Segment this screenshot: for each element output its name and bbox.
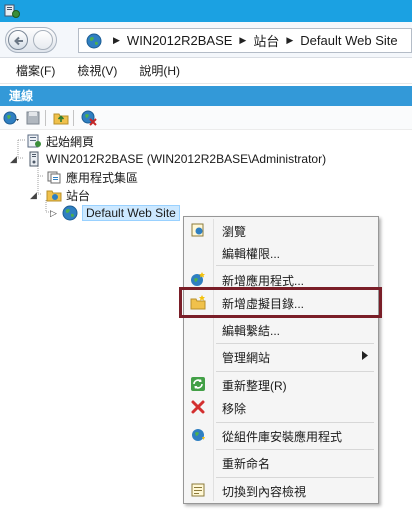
tree-label: WIN2012R2BASE (WIN2012R2BASE\Administrat… <box>46 152 327 166</box>
remove-icon <box>191 400 205 414</box>
address-bar[interactable]: ▶ WIN2012R2BASE ▶ 站台 ▶ Default Web Site <box>78 28 412 53</box>
menu-separator <box>216 449 374 450</box>
refresh-icon <box>191 377 205 391</box>
tree-label: 應用程式集區 <box>66 170 139 185</box>
sites-folder-icon <box>46 190 62 202</box>
tree-label: 起始網頁 <box>46 134 95 149</box>
menu-file[interactable]: 檔案(F) <box>16 62 55 79</box>
menu-item-refresh[interactable]: 重新整理(R) <box>186 373 376 395</box>
breadcrumb-sites[interactable]: 站台 <box>253 31 279 50</box>
start-page-icon <box>27 134 41 148</box>
tree-item-app-pools[interactable]: 應用程式集區 <box>46 168 138 186</box>
back-button[interactable] <box>8 30 28 50</box>
breadcrumb-chevron-icon: ▶ <box>239 35 247 45</box>
menu-separator <box>216 343 374 344</box>
tree-item-default-web-site[interactable]: Default Web Site <box>62 204 180 222</box>
collapse-triangle-icon[interactable]: ◢ <box>30 190 37 201</box>
tree-item-sites[interactable]: 站台 <box>46 186 90 204</box>
save-icon[interactable] <box>24 109 42 127</box>
menu-item-edit-permissions[interactable]: 編輯權限... <box>186 241 376 263</box>
toolbar-divider <box>45 109 46 126</box>
install-from-gallery-icon <box>192 429 205 441</box>
up-folder-icon[interactable] <box>52 109 70 127</box>
breadcrumb-server[interactable]: WIN2012R2BASE <box>127 33 233 48</box>
expand-triangle-icon[interactable]: ▷ <box>50 208 57 219</box>
menu-help[interactable]: 說明(H) <box>139 62 180 79</box>
tree-item-server[interactable]: WIN2012R2BASE (WIN2012R2BASE\Administrat… <box>26 150 326 168</box>
menu-separator <box>216 371 374 372</box>
tree-item-start-page[interactable]: 起始網頁 <box>26 132 94 150</box>
browse-icon <box>191 223 204 237</box>
menu-view[interactable]: 檢視(V) <box>77 62 117 79</box>
globe-icon <box>86 33 102 48</box>
breadcrumb-chevron-icon: ▶ <box>113 35 120 45</box>
menu-item-edit-bindings[interactable]: 編輯繫結... <box>186 318 376 340</box>
forward-button[interactable] <box>33 30 53 50</box>
menu-item-browse[interactable]: 瀏覽 <box>186 219 376 241</box>
globe-icon <box>62 205 78 221</box>
toolbar-divider <box>73 109 74 126</box>
menu-item-remove[interactable]: 移除 <box>186 396 376 418</box>
connect-globe-icon[interactable] <box>3 109 21 127</box>
title-bar <box>0 0 412 22</box>
add-application-icon <box>191 272 205 286</box>
menu-bar: 檔案(F) 檢視(V) 說明(H) <box>0 58 412 84</box>
breadcrumb-site[interactable]: Default Web Site <box>300 33 397 48</box>
back-arrow-icon <box>14 36 23 46</box>
menu-item-rename[interactable]: 重新命名 <box>186 451 376 473</box>
context-menu: 瀏覽 編輯權限... 新增應用程式... 新增虛擬目錄... 編輯繫結... 管… <box>183 216 379 504</box>
submenu-arrow-icon <box>362 351 368 360</box>
back-forward-buttons <box>5 27 57 53</box>
menu-item-install-from-gallery[interactable]: 從組件庫安裝應用程式 <box>186 424 376 446</box>
connections-panel-title: 連線 <box>0 86 412 106</box>
connections-toolbar <box>0 106 412 130</box>
navigation-bar: ▶ WIN2012R2BASE ▶ 站台 ▶ Default Web Site <box>0 22 412 58</box>
server-icon <box>29 151 39 167</box>
application-pools-icon <box>47 171 61 184</box>
iis-manager-icon <box>4 4 20 18</box>
menu-item-manage-website[interactable]: 管理網站 <box>186 345 376 367</box>
menu-separator <box>216 422 374 423</box>
tree-label: 站台 <box>66 188 91 203</box>
breadcrumb-chevron-icon: ▶ <box>286 35 294 45</box>
highlight-annotation <box>179 287 382 318</box>
menu-item-switch-to-content-view[interactable]: 切換到內容檢視 <box>186 479 376 501</box>
menu-separator <box>216 477 374 478</box>
disconnect-icon[interactable] <box>80 109 98 127</box>
collapse-triangle-icon[interactable]: ◢ <box>10 154 17 165</box>
tree-label: Default Web Site <box>82 205 180 221</box>
menu-separator <box>216 265 374 266</box>
content-view-icon <box>191 483 205 497</box>
